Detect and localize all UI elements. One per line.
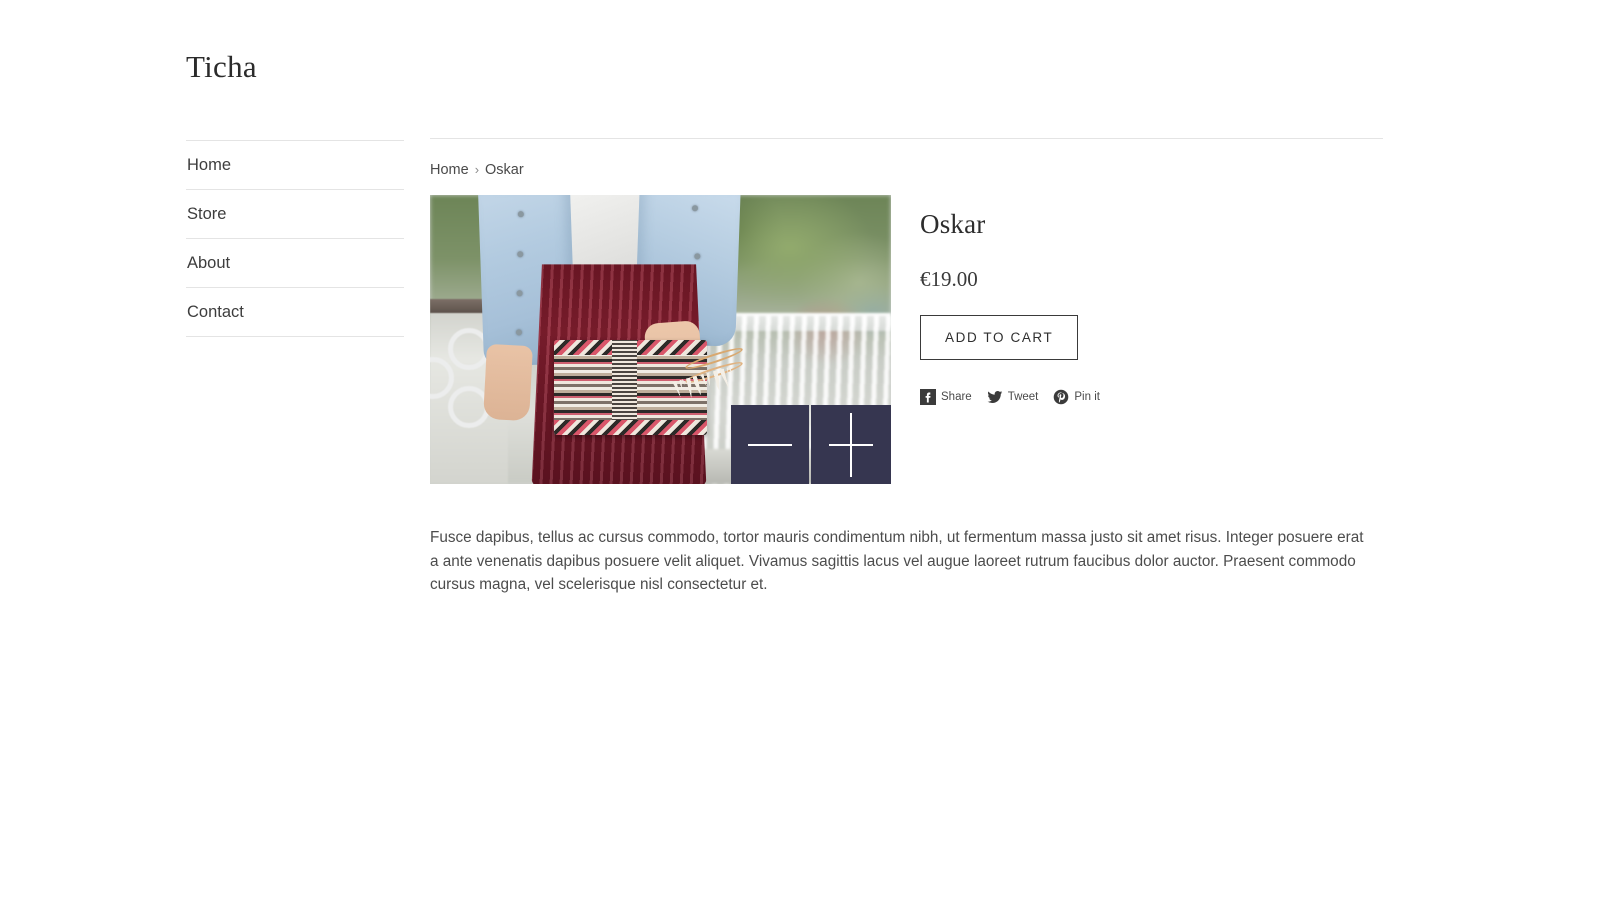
facebook-share-label: Share <box>941 391 972 403</box>
breadcrumb: Home › Oskar <box>430 161 1383 179</box>
product-price: €19.00 <box>920 267 978 291</box>
sidebar: Ticha Home Store About Contact <box>186 40 404 338</box>
content-top-divider <box>430 138 1383 139</box>
twitter-share-button[interactable]: Tweet <box>987 389 1039 405</box>
main-content: Home › Oskar Oskar €19.00 ADD TO CART Sh… <box>430 138 1383 597</box>
product-title: Oskar <box>920 209 986 239</box>
site-logo[interactable]: Ticha <box>186 40 404 85</box>
sidebar-item-home[interactable]: Home <box>186 141 404 191</box>
zoom-out-button[interactable] <box>731 405 809 484</box>
product-row: Oskar €19.00 ADD TO CART Share Tweet Pin… <box>430 195 1383 484</box>
twitter-share-label: Tweet <box>1007 391 1039 403</box>
add-to-cart-button[interactable]: ADD TO CART <box>920 315 1079 360</box>
product-description: Fusce dapibus, tellus ac cursus commodo,… <box>430 529 1364 593</box>
plus-icon-vertical <box>850 412 852 477</box>
sidebar-item-store[interactable]: Store <box>186 190 404 240</box>
facebook-share-button[interactable]: Share <box>920 389 972 405</box>
breadcrumb-current: Oskar <box>485 162 524 178</box>
sidebar-item-about[interactable]: About <box>186 239 404 289</box>
product-page: Ticha Home Store About Contact Home › Os… <box>0 0 1600 900</box>
denim-button-4 <box>515 329 522 337</box>
social-share-row: Share Tweet Pin it <box>920 389 1383 405</box>
denim-button-1 <box>517 211 524 218</box>
breadcrumb-separator-icon: › <box>474 162 480 177</box>
pinterest-share-button[interactable]: Pin it <box>1053 389 1100 405</box>
sidebar-item-contact[interactable]: Contact <box>186 288 404 338</box>
pinterest-icon <box>1054 389 1069 405</box>
pinterest-share-label: Pin it <box>1074 391 1100 403</box>
breadcrumb-home[interactable]: Home <box>430 161 469 179</box>
twitter-icon <box>987 390 1002 404</box>
denim-button-5 <box>692 205 699 212</box>
denim-button-6 <box>694 253 701 260</box>
minus-icon <box>748 443 792 446</box>
clutch-pattern-bottom <box>554 419 707 435</box>
denim-button-2 <box>516 250 523 258</box>
left-arm <box>483 344 534 422</box>
zoom-in-button[interactable] <box>811 405 891 484</box>
product-image[interactable] <box>430 195 891 484</box>
denim-button-3 <box>516 290 523 297</box>
aztec-clutch-bag <box>554 339 707 435</box>
main-navigation: Home Store About Contact <box>186 140 404 338</box>
image-zoom-controls <box>731 405 891 484</box>
product-details: Oskar €19.00 ADD TO CART Share Tweet Pin… <box>920 195 1383 405</box>
facebook-icon <box>920 389 936 405</box>
